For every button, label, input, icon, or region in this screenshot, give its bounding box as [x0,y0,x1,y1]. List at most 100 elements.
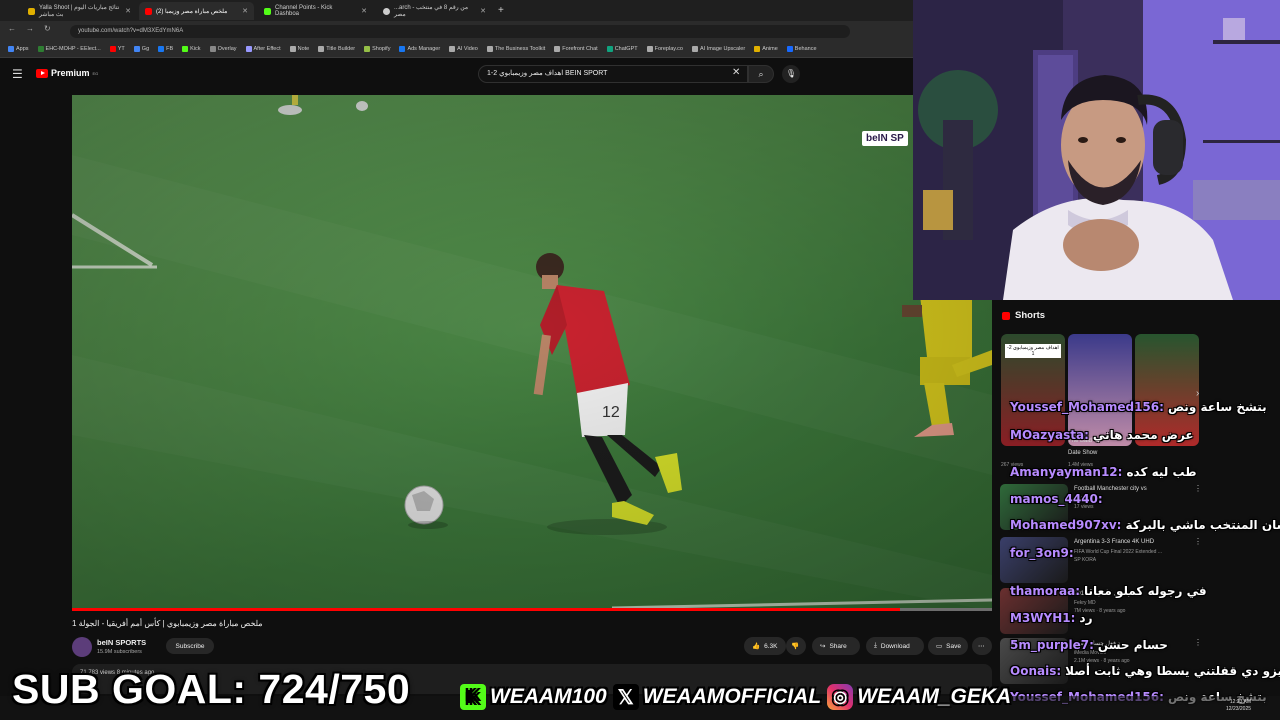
more-actions-button[interactable]: ⋯ [972,637,992,655]
bookmark-item[interactable]: Behance [786,46,817,52]
shorts-header: Shorts [1002,310,1045,321]
recommended-video-thumbnail[interactable] [1000,537,1068,583]
bookmark-favicon-icon [109,46,116,52]
bookmark-favicon-icon [646,46,653,52]
instagram-icon: ◎ [827,684,854,710]
clock-date: 12/23/2025 [1226,706,1252,712]
system-clock[interactable]: 12:23 AM 12/23/2025 [1226,699,1251,713]
bookmark-item[interactable]: AI Video [449,46,478,52]
video-player[interactable]: 12 beIN SP [72,95,992,611]
subscribe-button[interactable]: Subscribe [166,638,214,654]
more-horizontal-icon: ⋯ [978,643,985,650]
bookmark-label: AI Video [457,46,478,52]
bookmark-item[interactable]: Ads Manager [399,46,440,52]
microphone-icon: 🎙 [785,69,797,78]
search-button[interactable]: ⌕ [748,65,774,83]
bookmark-item[interactable]: Overlay [209,46,237,52]
bookmark-favicon-icon [691,46,698,52]
bookmark-item[interactable]: YT [109,46,125,52]
chat-message: Amanyayman12: طب ليه كده [1010,465,1197,479]
reload-icon[interactable]: ↻ [44,24,51,33]
chevron-right-icon[interactable]: › [1196,388,1199,399]
download-icon: ⤓ [874,642,877,649]
recommended-video-channel: Fekry MD [1074,600,1096,606]
x-logo-icon: 𝕏 [612,684,639,710]
bookmark-favicon-icon [364,46,371,52]
close-icon[interactable]: ✕ [125,7,131,15]
bookmark-label: ChatGPT [614,46,638,52]
chat-text: رد [1079,611,1093,625]
bookmark-icon: ▭ [936,643,943,650]
bookmark-item[interactable]: After Effect [245,46,281,52]
bookmark-item[interactable]: Apps [8,46,29,52]
recommended-video-title[interactable]: Argentina 3-3 France 4K UHD [1074,539,1154,545]
search-icon: ⌕ [758,69,764,79]
seek-bar[interactable] [72,608,992,611]
bookmark-item[interactable]: Shopify [364,46,390,52]
bookmark-item[interactable]: ChatGPT [606,46,638,52]
share-button[interactable]: ↪ Share [812,637,860,655]
chat-text: عرض محمد هاني [1092,428,1194,442]
tab-yalla-shoot[interactable]: Yalla Shoot | نتائج مباريات اليوم بث مبا… [22,2,137,20]
bookmark-favicon-icon [289,46,296,52]
search-input[interactable]: اهداف مصر وزيمبابوي 2-1 BEIN SPORT [478,65,748,83]
bookmark-item[interactable]: The Business Toolkit [486,46,545,52]
more-vertical-icon[interactable]: ⋮ [1194,537,1202,546]
bookmark-item[interactable]: Gg [133,46,150,52]
clear-search-icon[interactable]: ✕ [732,67,740,78]
football-pitch-frame: 12 [72,95,992,611]
tab-google-search[interactable]: ...arch - من رقم 8 في منتخب مصر ✕ [377,2,492,20]
bookmark-item[interactable]: Kick [182,46,201,52]
dislike-button[interactable]: 👎 [786,637,806,655]
chat-message: M3WYH1: رد [1010,611,1093,625]
subscriber-count: 15.9M subscribers [97,649,142,655]
like-count: 6.3K [764,642,778,650]
tab-label: Channel Points - Kick Dashboa [275,5,333,17]
back-arrow-icon[interactable]: ← [8,24,16,33]
channel-name[interactable]: beIN SPORTS [97,638,146,647]
bookmark-label: YT [117,46,125,52]
bookmark-favicon-icon [37,46,44,52]
bookmark-item[interactable]: Anime [754,46,778,52]
chat-text: في رجوله كملو معانا [1084,584,1207,598]
bookmark-label: Gg [141,46,150,52]
bookmark-item[interactable]: Title Builder [318,46,355,52]
bookmark-favicon-icon [182,46,189,52]
chat-username: thamoraa: [1010,584,1081,598]
tab-youtube-video[interactable]: (2) ملخص مباراة مصر وزيمبا ✕ [139,2,254,20]
more-vertical-icon[interactable]: ⋮ [1194,484,1202,493]
chat-username: MOazyasta: [1010,428,1089,442]
youtube-logo[interactable]: Premium EG [36,68,98,78]
bookmark-item[interactable]: AI Image Upscaler [691,46,745,52]
clock-time: 12:23 AM [1229,699,1252,705]
chat-username: Mohamed907xv: [1010,518,1122,532]
chat-message: Mohamed907xv:علشان المنتخب ماشي بالبركة [1010,518,1280,532]
bookmark-item[interactable]: FB [158,46,173,52]
bookmark-item[interactable]: EHC-MOHP - EElect... [37,46,101,52]
new-tab-button[interactable]: + [498,5,504,16]
save-button[interactable]: ▭ Save [928,637,968,655]
tab-kick-dashboard[interactable]: Channel Points - Kick Dashboa ✕ [258,2,373,20]
url-field[interactable]: youtube.com/watch?v=dM3XEdYmN6A [70,25,850,38]
tab-favicon [28,7,35,15]
x-handle-label: WEAAMOFFICIAL [642,685,822,708]
kick-favicon [264,7,271,15]
forward-arrow-icon[interactable]: → [26,24,34,33]
voice-search-button[interactable]: 🎙 [782,65,800,83]
bookmark-favicon-icon [158,46,165,52]
hamburger-menu-icon[interactable]: ☰ [12,67,23,81]
close-icon[interactable]: ✕ [361,7,367,15]
like-button[interactable]: 👍 6.3K [744,637,786,655]
bookmark-item[interactable]: Forefront Chat [554,46,598,52]
more-vertical-icon[interactable]: ⋮ [1194,638,1202,647]
bookmark-item[interactable]: Note [289,46,309,52]
bookmark-item[interactable]: Foreplay.co [646,46,683,52]
seek-progress [72,608,900,611]
close-icon[interactable]: ✕ [242,7,248,15]
tab-label: Yalla Shoot | نتائج مباريات اليوم بث مبا… [39,5,120,18]
chat-text: بتشخ ساعة ونص [1167,400,1267,414]
download-button[interactable]: ⤓ Download [866,637,924,655]
share-icon: ↪ [820,643,826,650]
channel-avatar[interactable] [72,637,92,657]
close-icon[interactable]: ✕ [480,7,486,15]
